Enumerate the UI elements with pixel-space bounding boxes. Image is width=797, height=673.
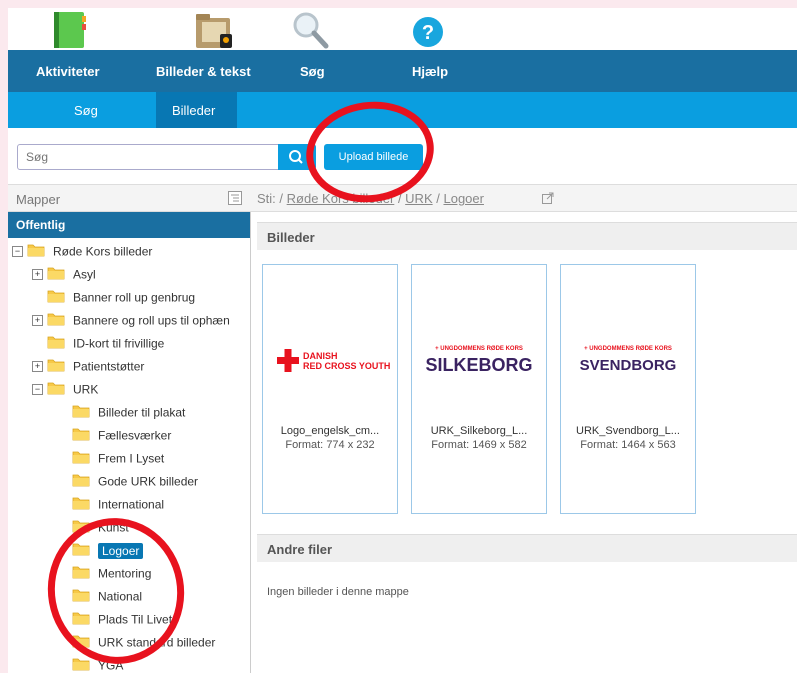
svg-text:?: ? <box>422 22 434 44</box>
folder-icon[interactable] <box>194 10 236 50</box>
folder-icon <box>72 657 90 673</box>
tree-item-label: Røde Kors billeder <box>53 244 153 259</box>
content-pane: Billeder DANISH RED CROSS YOUTH Logo_eng… <box>257 222 797 673</box>
folder-icon <box>72 404 90 421</box>
nav-aktiviteter[interactable]: Aktiviteter <box>36 64 100 79</box>
folder-icon <box>47 266 65 283</box>
app-window: ? Aktiviteter Billeder & tekst Søg Hjælp… <box>8 8 797 673</box>
folder-icon <box>72 473 90 490</box>
image-filename: Logo_engelsk_cm... <box>280 425 380 437</box>
help-icon[interactable]: ? <box>412 10 454 50</box>
folder-icon <box>47 312 65 329</box>
svg-text:RED CROSS YOUTH: RED CROSS YOUTH <box>303 361 390 371</box>
external-link-icon[interactable] <box>542 192 554 204</box>
tree-item-rode-kors-billeder[interactable]: − Røde Kors billeder <box>12 243 152 261</box>
folder-icon <box>72 496 90 513</box>
logo-thumbnail: + UNGDOMMENS RØDE KORS SVENDBORG <box>580 346 677 374</box>
folder-icon <box>47 381 65 398</box>
format-value: 774 x 232 <box>326 439 375 451</box>
tree-header-public: Offentlig <box>8 212 250 238</box>
tree-item[interactable]: − URK <box>32 381 98 399</box>
no-files-message: Ingen billeder i denne mappe <box>267 586 409 598</box>
tree-item-label: Gode URK billeder <box>98 474 199 489</box>
image-card[interactable]: + UNGDOMMENS RØDE KORS SVENDBORG URK_Sve… <box>560 264 696 514</box>
folder-icon <box>47 335 65 352</box>
nav-icon-strip: ? <box>8 8 797 50</box>
tree-item-label: Asyl <box>73 267 96 282</box>
breadcrumb-logoer[interactable]: Logoer <box>443 191 483 206</box>
svg-text:SILKEBORG: SILKEBORG <box>425 355 532 375</box>
tree-item[interactable]: + Asyl <box>32 266 96 284</box>
primary-nav: Aktiviteter Billeder & tekst Søg Hjælp <box>8 50 797 92</box>
tree-toggle-icon[interactable] <box>228 191 242 205</box>
format-label: Format: <box>285 439 324 451</box>
image-format: Format: 1464 x 563 <box>561 439 695 451</box>
svg-text:+ UNGDOMMENS RØDE KORS: + UNGDOMMENS RØDE KORS <box>584 346 672 352</box>
format-value: 1464 x 563 <box>621 439 676 451</box>
svg-text:SVENDBORG: SVENDBORG <box>580 357 677 374</box>
tree-item-label: Banner roll up genbrug <box>73 290 196 305</box>
breadcrumb-sep: / <box>279 191 287 206</box>
magnifier-icon[interactable] <box>290 10 332 50</box>
tree-item-label: ID-kort til frivillige <box>73 336 165 351</box>
tree-item[interactable]: + Patientstøtter <box>32 358 144 376</box>
image-filename: URK_Svendborg_L... <box>576 425 680 437</box>
tree-item[interactable]: International <box>72 496 164 514</box>
path-label: Sti: <box>257 191 276 206</box>
tab-billeder[interactable]: Billeder <box>172 103 215 118</box>
folder-icon <box>27 243 45 260</box>
image-card[interactable]: + UNGDOMMENS RØDE KORS SILKEBORG URK_Sil… <box>411 264 547 514</box>
logo-thumbnail: DANISH RED CROSS YOUTH <box>277 349 390 372</box>
images-heading: Billeder <box>257 222 797 250</box>
tree-item-label: International <box>98 497 165 512</box>
other-files-heading: Andre filer <box>257 534 797 562</box>
image-format: Format: 774 x 232 <box>263 439 397 451</box>
image-format: Format: 1469 x 582 <box>412 439 546 451</box>
expand-toggle-icon[interactable]: − <box>12 246 23 257</box>
tree-item[interactable]: Banner roll up genbrug <box>32 289 195 307</box>
tree-item-label: Patientstøtter <box>73 359 145 374</box>
image-card[interactable]: DANISH RED CROSS YOUTH Logo_engelsk_cm..… <box>262 264 398 514</box>
nav-billeder-tekst[interactable]: Billeder & tekst <box>156 64 251 79</box>
tree-item[interactable]: + Bannere og roll ups til ophæn <box>32 312 230 330</box>
book-icon[interactable] <box>50 10 92 50</box>
expand-toggle-icon[interactable]: − <box>32 384 43 395</box>
tree-item-label: Bannere og roll ups til ophæn <box>73 313 230 328</box>
tree-item-label: Frem I Lyset <box>98 451 165 466</box>
folders-label: Mapper <box>16 192 61 207</box>
tree-item[interactable]: Fællesværker <box>72 427 171 445</box>
svg-text:+ UNGDOMMENS RØDE KORS: + UNGDOMMENS RØDE KORS <box>435 346 523 352</box>
format-value: 1469 x 582 <box>472 439 527 451</box>
tree-item[interactable]: Gode URK billeder <box>72 473 198 491</box>
folder-icon <box>72 427 90 444</box>
tree-item-label: Fællesværker <box>98 428 172 443</box>
tree-item-label: URK <box>73 382 99 397</box>
breadcrumb-urk[interactable]: URK <box>405 191 432 206</box>
logo-thumbnail: + UNGDOMMENS RØDE KORS SILKEBORG <box>425 346 532 375</box>
tree-item[interactable]: Billeder til plakat <box>72 404 185 422</box>
search-input[interactable] <box>17 144 283 170</box>
svg-text:DANISH: DANISH <box>303 351 338 361</box>
format-label: Format: <box>431 439 470 451</box>
nav-soeg[interactable]: Søg <box>300 64 325 79</box>
format-label: Format: <box>580 439 619 451</box>
tree-item[interactable]: Frem I Lyset <box>72 450 164 468</box>
expand-toggle-icon[interactable]: + <box>32 315 43 326</box>
folder-icon <box>47 289 65 306</box>
expand-toggle-icon[interactable]: + <box>32 361 43 372</box>
tree-item-label: Billeder til plakat <box>98 405 186 420</box>
folder-icon <box>47 358 65 375</box>
tab-soeg[interactable]: Søg <box>74 103 98 118</box>
folder-icon <box>72 450 90 467</box>
expand-toggle-icon[interactable]: + <box>32 269 43 280</box>
image-filename: URK_Silkeborg_L... <box>430 425 528 437</box>
tree-item[interactable]: ID-kort til frivillige <box>32 335 164 353</box>
nav-hjaelp[interactable]: Hjælp <box>412 64 448 79</box>
